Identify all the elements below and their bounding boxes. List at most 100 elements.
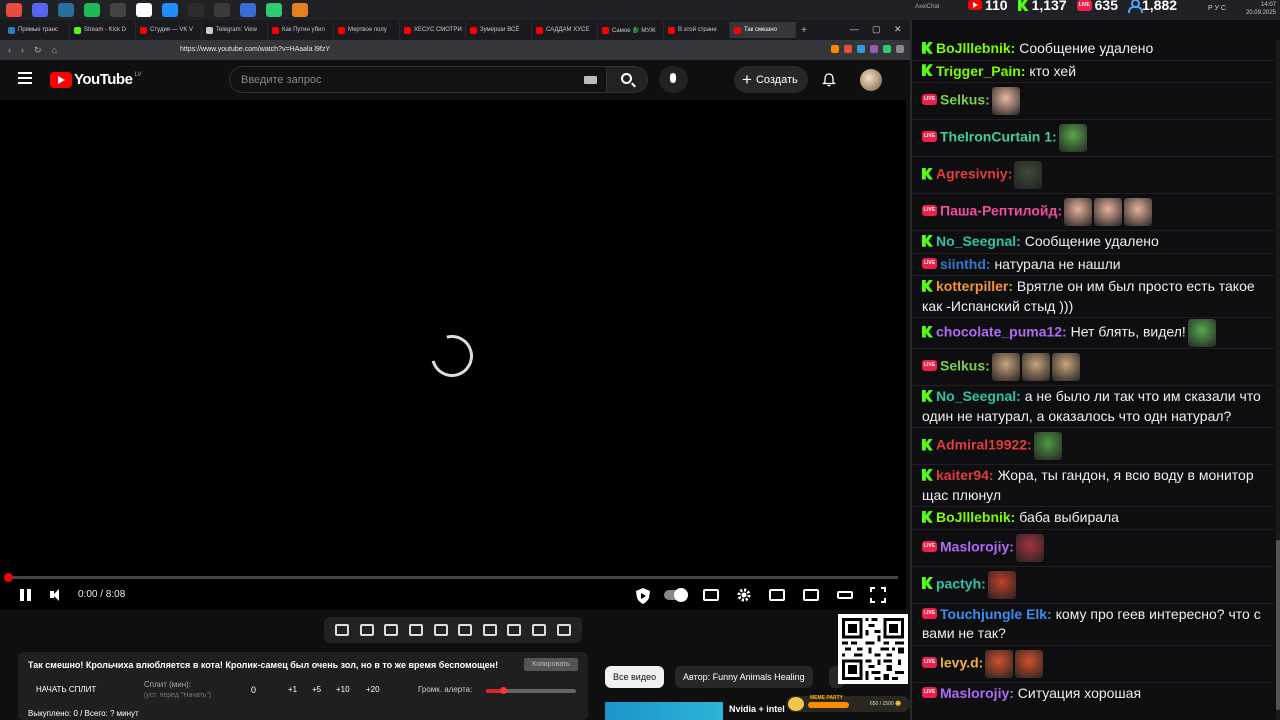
chat-username[interactable]: levy.d: bbox=[940, 654, 983, 670]
audio-icon[interactable] bbox=[359, 624, 374, 636]
video-player[interactable] bbox=[0, 100, 906, 610]
add-5-button[interactable]: +5 bbox=[312, 685, 321, 694]
loop-icon[interactable] bbox=[335, 624, 350, 636]
taskbar-app-icon[interactable] bbox=[240, 3, 256, 17]
browser-tab[interactable]: ХЕСУС СМОТРИ bbox=[400, 22, 466, 38]
add-1-button[interactable]: +1 bbox=[288, 685, 297, 694]
chip-author[interactable]: Автор: Funny Animals Healing bbox=[675, 666, 813, 688]
chat-username[interactable]: BoJlllebnik: bbox=[936, 40, 1015, 56]
add-10-button[interactable]: +10 bbox=[336, 685, 350, 694]
start-split-button[interactable]: НАЧАТЬ СПЛИТ bbox=[36, 685, 96, 694]
back-icon[interactable]: ‹ bbox=[8, 45, 11, 55]
hamburger-menu-icon[interactable] bbox=[18, 72, 32, 84]
browser-tab[interactable]: Прямые транс bbox=[4, 22, 70, 38]
taskbar-app-icon[interactable] bbox=[292, 3, 308, 17]
chat-username[interactable]: No_Seegnal: bbox=[936, 388, 1021, 404]
menu-icon[interactable] bbox=[896, 45, 904, 53]
browser-tab[interactable]: Самое 🐉 МУЖ bbox=[598, 22, 664, 38]
search-button[interactable] bbox=[606, 66, 648, 93]
home-icon[interactable]: ⌂ bbox=[52, 45, 57, 55]
browser-tab[interactable]: В этой стране bbox=[664, 22, 730, 38]
chat-username[interactable]: Selkus: bbox=[940, 92, 990, 108]
close-window-icon[interactable]: ✕ bbox=[894, 24, 902, 35]
extension-icon[interactable] bbox=[870, 45, 878, 53]
chat-username[interactable]: Паша-Рептилойд: bbox=[940, 203, 1062, 219]
fullscreen-icon[interactable] bbox=[870, 587, 886, 603]
chat-message-list[interactable]: BoJlllebnik: Сообщение удалено Trigger_Pa… bbox=[912, 38, 1274, 720]
crop-icon[interactable] bbox=[458, 624, 473, 636]
taskbar-app-icon[interactable] bbox=[110, 3, 126, 17]
browser-tab[interactable]: Stream - Kick D bbox=[70, 22, 136, 38]
add-20-button[interactable]: +20 bbox=[366, 685, 380, 694]
alert-volume-slider[interactable] bbox=[486, 687, 576, 694]
autoplay-toggle[interactable] bbox=[664, 588, 688, 602]
aspect-icon[interactable] bbox=[433, 624, 448, 636]
slider-knob[interactable] bbox=[500, 687, 507, 694]
chat-username[interactable]: No_Seegnal: bbox=[936, 233, 1021, 249]
voice-search-button[interactable] bbox=[659, 66, 688, 93]
forward-icon[interactable]: › bbox=[21, 45, 24, 55]
reload-icon[interactable]: ↻ bbox=[34, 45, 42, 56]
miniplayer-icon[interactable] bbox=[769, 589, 785, 601]
chat-scrollbar[interactable] bbox=[1276, 40, 1280, 720]
add-icon[interactable] bbox=[507, 624, 522, 636]
chat-username[interactable]: chocolate_puma12: bbox=[936, 324, 1067, 340]
chat-username[interactable]: kotterpiller: bbox=[936, 278, 1013, 294]
chat-username[interactable]: BoJlllebnik: bbox=[936, 509, 1015, 525]
new-tab-icon[interactable]: + bbox=[796, 25, 812, 36]
chat-username[interactable]: Touchjungle Elk: bbox=[940, 606, 1052, 622]
shield-play-icon[interactable] bbox=[634, 587, 652, 605]
browser-tab[interactable]: Telegram: View bbox=[202, 22, 268, 38]
chat-username[interactable]: TheIronCurtain 1: bbox=[940, 129, 1057, 145]
taskbar-app-icon[interactable] bbox=[188, 3, 204, 17]
browser-tab[interactable]: Зумерши ВСЁ bbox=[466, 22, 532, 38]
extension-icon[interactable] bbox=[883, 45, 891, 53]
create-button[interactable]: + Создать bbox=[734, 66, 808, 93]
notifications-bell-icon[interactable] bbox=[822, 73, 836, 87]
chat-username[interactable]: Maslorojiy: bbox=[940, 538, 1014, 554]
extension-settings-icon[interactable] bbox=[556, 624, 571, 636]
search-input[interactable] bbox=[230, 67, 606, 92]
chat-username[interactable]: siinthd: bbox=[940, 256, 991, 272]
taskbar-app-icon[interactable] bbox=[266, 3, 282, 17]
clip-icon[interactable] bbox=[409, 624, 424, 636]
taskbar-app-icon[interactable] bbox=[136, 3, 152, 17]
cinema-icon[interactable] bbox=[837, 591, 853, 599]
taskbar-app-icon[interactable] bbox=[6, 3, 22, 17]
keyboard-icon[interactable] bbox=[584, 76, 597, 84]
chat-username[interactable]: Maslorojiy: bbox=[940, 685, 1014, 701]
extension-icon[interactable] bbox=[844, 45, 852, 53]
chat-username[interactable]: pactyh: bbox=[936, 575, 986, 591]
taskbar-app-icon[interactable] bbox=[32, 3, 48, 17]
taskbar-app-icon[interactable] bbox=[162, 3, 178, 17]
progress-bar[interactable] bbox=[4, 573, 898, 582]
pause-icon[interactable] bbox=[20, 587, 32, 603]
suggestion-thumbnail[interactable] bbox=[605, 702, 723, 720]
browser-tab[interactable]: Мертвое полу bbox=[334, 22, 400, 38]
minimize-icon[interactable]: — bbox=[850, 24, 859, 34]
volume-icon[interactable] bbox=[50, 587, 62, 603]
screenshot-icon[interactable] bbox=[532, 624, 547, 636]
suggestion-title[interactable]: Nvidia + intel bbox=[729, 704, 785, 714]
taskbar-app-icon[interactable] bbox=[58, 3, 74, 17]
chat-username[interactable]: Agresivniy: bbox=[936, 166, 1012, 182]
browser-tab[interactable]: Студия — VK V bbox=[136, 22, 202, 38]
copy-button[interactable]: Копировать bbox=[524, 658, 578, 671]
maximize-icon[interactable]: ▢ bbox=[872, 24, 881, 35]
taskbar-app-icon[interactable] bbox=[214, 3, 230, 17]
browser-tab[interactable]: Так смешно bbox=[730, 22, 796, 38]
scrollbar-thumb[interactable] bbox=[1276, 540, 1280, 710]
chat-username[interactable]: Selkus: bbox=[940, 358, 990, 374]
youtube-logo[interactable]: YouTube LV bbox=[50, 71, 141, 88]
settings-gear-icon[interactable] bbox=[736, 587, 752, 603]
speed-icon[interactable] bbox=[482, 624, 497, 636]
chat-username[interactable]: Trigger_Pain: bbox=[936, 63, 1025, 79]
watch-later-icon[interactable] bbox=[384, 624, 399, 636]
browser-tab[interactable]: САДДАМ ХУСЕ bbox=[532, 22, 598, 38]
theater-mode-icon[interactable] bbox=[803, 589, 819, 601]
browser-tab[interactable]: Как Путин убил bbox=[268, 22, 334, 38]
chat-username[interactable]: Admiral19922: bbox=[936, 437, 1032, 453]
chip-all-videos[interactable]: Все видео bbox=[605, 666, 665, 688]
url-field[interactable]: https://www.youtube.com/watch?v=HAaala l… bbox=[180, 46, 330, 53]
taskbar-app-icon[interactable] bbox=[84, 3, 100, 17]
